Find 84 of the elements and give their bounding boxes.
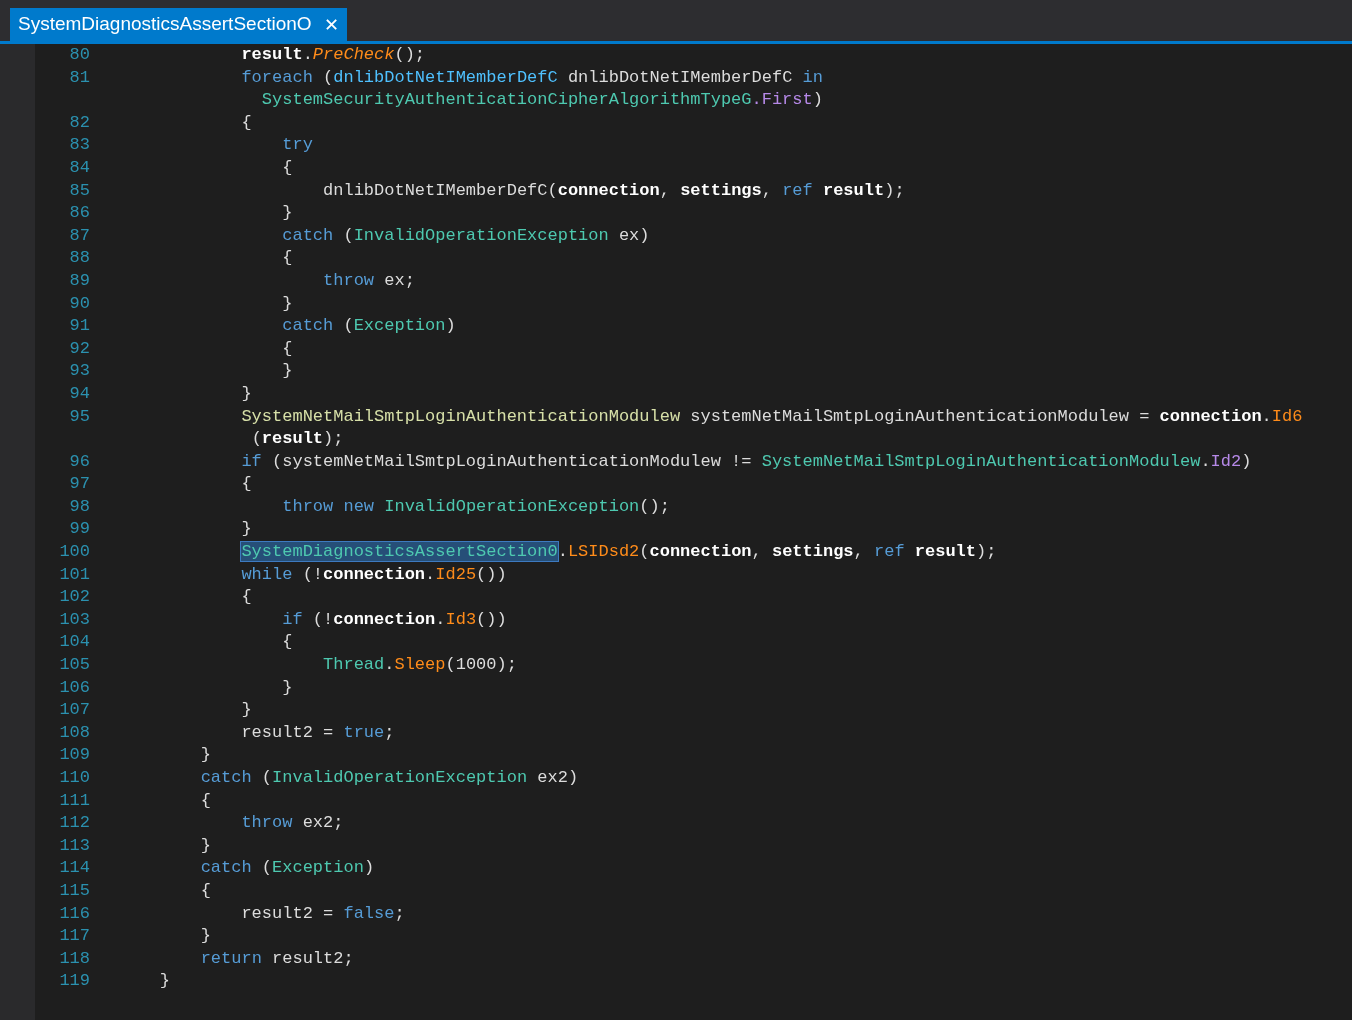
code-line: try: [281, 134, 313, 157]
line-number: 98: [69, 495, 90, 518]
line-number: 86: [69, 202, 90, 225]
line-number: 101: [59, 563, 90, 586]
line-number: 91: [69, 315, 90, 338]
line-number: 110: [59, 767, 90, 789]
line-number: 105: [59, 654, 90, 677]
code-line: {: [240, 473, 252, 496]
code-line: SystemDiagnosticsAssertSection0.LSIDsd2(connection, settings, ref result);: [240, 541, 997, 564]
line-number: 115: [59, 879, 90, 902]
code-line: }: [240, 382, 252, 405]
line-number: 104: [59, 631, 90, 654]
line-number: 108: [59, 721, 90, 744]
line-number: 109: [59, 744, 90, 767]
code-line: if (systemNetMailSmtpLoginAuthenticationModulew != SystemNetMailSmtpLoginAuthenticationModulew.Id2): [240, 450, 1252, 473]
code-line: catch (InvalidOperationException ex): [281, 224, 650, 247]
line-number: 100: [59, 541, 90, 564]
file-tab[interactable]: SystemDiagnosticsAssertSectionO ✕: [10, 8, 347, 41]
code-line: (result);: [250, 428, 344, 451]
code-line: {: [240, 111, 252, 134]
line-number: 96: [69, 450, 90, 473]
code-line: }: [240, 699, 252, 722]
code-line: }: [199, 744, 211, 767]
code-line: {: [281, 631, 293, 654]
code-line: result.PreCheck();: [240, 44, 426, 66]
code-line: result2 = true;: [240, 721, 395, 744]
line-number: 119: [59, 970, 90, 993]
code-line: }: [281, 292, 293, 315]
line-number: 83: [69, 134, 90, 157]
line-number: 113: [59, 834, 90, 857]
line-number: 95: [69, 405, 90, 428]
line-number: 114: [59, 857, 90, 880]
code-line: }: [199, 834, 211, 857]
line-number: 85: [69, 179, 90, 202]
code-line: catch (Exception): [199, 857, 375, 880]
line-number: 97: [69, 473, 90, 496]
line-number: 103: [59, 608, 90, 631]
code-line: while (!connection.Id25()): [240, 563, 507, 586]
line-number: 116: [59, 902, 90, 925]
line-number: 94: [69, 382, 90, 405]
line-number: 117: [59, 925, 90, 948]
line-number: 107: [59, 699, 90, 722]
line-number: 80: [69, 44, 90, 66]
code-line: {: [281, 337, 293, 360]
line-number: 112: [59, 812, 90, 835]
code-line: }: [281, 202, 293, 225]
code-line: {: [281, 247, 293, 270]
code-line: }: [281, 676, 293, 699]
line-number: 89: [69, 269, 90, 292]
close-icon[interactable]: ✕: [323, 15, 339, 34]
line-number: 87: [69, 224, 90, 247]
code-line: }: [199, 925, 211, 948]
code-line: throw ex2;: [240, 812, 344, 835]
line-number: 106: [59, 676, 90, 699]
code-line: throw ex;: [322, 269, 415, 292]
code-line: catch (InvalidOperationException ex2): [199, 767, 579, 789]
code-line: if (!connection.Id3()): [281, 608, 507, 631]
code-line: {: [199, 789, 211, 812]
code-line: dnlibDotNetIMemberDefC(connection, settings, ref result);: [322, 179, 905, 202]
code-line: result2 = false;: [240, 902, 405, 925]
code-line: {: [281, 156, 293, 179]
line-number: 118: [59, 947, 90, 970]
line-number: 84: [69, 156, 90, 179]
line-number: 93: [69, 360, 90, 383]
code-line: {: [199, 879, 211, 902]
code-line: {: [240, 586, 252, 609]
code-line: }: [158, 970, 170, 993]
code-line: }: [240, 518, 252, 541]
code-line: SystemSecurityAuthenticationCipherAlgorithmTypeG.First): [260, 89, 823, 112]
line-number: 102: [59, 586, 90, 609]
code-line: return result2;: [199, 947, 354, 970]
line-number: 90: [69, 292, 90, 315]
line-number: 111: [59, 789, 90, 812]
code-line: }: [281, 360, 293, 383]
code-line: SystemNetMailSmtpLoginAuthenticationModulew systemNetMailSmtpLoginAuthenticationModulew = connection.Id6: [240, 405, 1303, 428]
line-number: 82: [69, 111, 90, 134]
line-number: 88: [69, 247, 90, 270]
code-line: Thread.Sleep(1000);: [322, 654, 517, 677]
code-line: foreach (dnlibDotNetIMemberDefC dnlibDotNetIMemberDefC in: [240, 66, 823, 89]
line-number: 92: [69, 337, 90, 360]
code-line: throw new InvalidOperationException();: [281, 495, 670, 518]
line-number: 81: [69, 66, 90, 89]
code-line: catch (Exception): [281, 315, 456, 338]
line-number: 99: [69, 518, 90, 541]
